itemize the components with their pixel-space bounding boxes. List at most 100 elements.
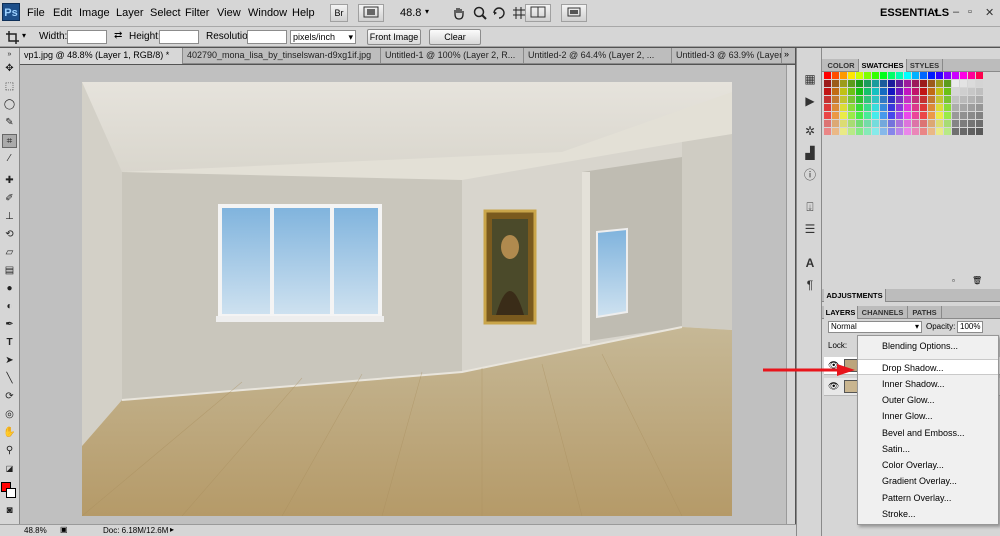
menu-inner-shadow[interactable]: Inner Shadow... bbox=[858, 376, 998, 392]
tab-untitled-3[interactable]: Untitled-3 @ 63.9% (Layer 2, ... bbox=[672, 48, 782, 64]
swatch[interactable] bbox=[880, 72, 887, 79]
screen-mode-button[interactable] bbox=[561, 4, 587, 22]
swatch[interactable] bbox=[872, 88, 879, 95]
swatch[interactable] bbox=[856, 104, 863, 111]
view-extras-button[interactable] bbox=[358, 4, 384, 22]
clone-stamp-tool-icon[interactable]: ⊥ bbox=[2, 210, 17, 224]
blur-tool-icon[interactable]: ● bbox=[2, 282, 17, 296]
layer-visibility-eye-icon[interactable]: 👁 bbox=[828, 381, 839, 392]
swatch[interactable] bbox=[888, 104, 895, 111]
restore-icon[interactable]: ▫ bbox=[968, 6, 972, 18]
swatch[interactable] bbox=[976, 128, 983, 135]
swatch[interactable] bbox=[896, 80, 903, 87]
swatch[interactable] bbox=[952, 96, 959, 103]
swatch[interactable] bbox=[968, 80, 975, 87]
swatch[interactable] bbox=[944, 112, 951, 119]
swatch[interactable] bbox=[840, 80, 847, 87]
history-brush-tool-icon[interactable]: ⟲ bbox=[2, 228, 17, 242]
swatch[interactable] bbox=[920, 112, 927, 119]
crop-tool-button-icon[interactable]: ⌗ bbox=[2, 134, 17, 148]
clone-source-panel-icon[interactable]: ⍗ bbox=[802, 200, 818, 214]
clear-button[interactable]: Clear bbox=[429, 29, 481, 45]
swatch[interactable] bbox=[872, 112, 879, 119]
status-zoom[interactable]: 48.8% bbox=[24, 526, 47, 535]
swatch[interactable] bbox=[952, 88, 959, 95]
swatch[interactable] bbox=[928, 96, 935, 103]
rotate-view-icon[interactable] bbox=[491, 5, 507, 21]
swatch[interactable] bbox=[848, 88, 855, 95]
brush-presets-panel-icon[interactable]: ☰ bbox=[802, 222, 818, 236]
swatch[interactable] bbox=[848, 72, 855, 79]
swatch[interactable] bbox=[968, 96, 975, 103]
tab-untitled-1[interactable]: Untitled-1 @ 100% (Layer 2, R... bbox=[381, 48, 524, 64]
info-panel-icon[interactable]: ⓘ bbox=[802, 168, 818, 182]
swatch[interactable] bbox=[936, 104, 943, 111]
arrange-documents-button[interactable] bbox=[525, 4, 551, 22]
tab-channels[interactable]: CHANNELS bbox=[858, 306, 908, 319]
swatch[interactable] bbox=[872, 96, 879, 103]
swatch[interactable] bbox=[976, 96, 983, 103]
swatch[interactable] bbox=[952, 104, 959, 111]
swatch[interactable] bbox=[952, 128, 959, 135]
swatch[interactable] bbox=[848, 80, 855, 87]
gradient-tool-icon[interactable]: ▤ bbox=[2, 264, 17, 278]
swatch[interactable] bbox=[960, 128, 967, 135]
3d-rotate-tool-icon[interactable]: ⟳ bbox=[2, 390, 17, 404]
swap-dimensions-icon[interactable]: ⇄ bbox=[114, 30, 122, 41]
zoom-dropdown-icon[interactable]: ▾ bbox=[425, 7, 429, 16]
swatch[interactable] bbox=[920, 120, 927, 127]
path-selection-tool-icon[interactable]: ➤ bbox=[2, 354, 17, 368]
swatch[interactable] bbox=[936, 120, 943, 127]
canvas-area[interactable] bbox=[20, 65, 795, 524]
swatch[interactable] bbox=[928, 112, 935, 119]
swatch[interactable] bbox=[912, 120, 919, 127]
swatch[interactable] bbox=[912, 104, 919, 111]
opacity-field[interactable]: 100% bbox=[957, 321, 983, 333]
swatch[interactable] bbox=[968, 104, 975, 111]
menu-gradient-overlay[interactable]: Gradient Overlay... bbox=[858, 473, 998, 489]
menu-drop-shadow[interactable]: Drop Shadow... bbox=[858, 359, 998, 375]
swatch[interactable] bbox=[856, 88, 863, 95]
swatch[interactable] bbox=[936, 128, 943, 135]
swatch[interactable] bbox=[976, 112, 983, 119]
tab-layers[interactable]: LAYERS bbox=[824, 306, 858, 319]
swatch[interactable] bbox=[944, 96, 951, 103]
swatch[interactable] bbox=[960, 104, 967, 111]
swatch[interactable] bbox=[976, 120, 983, 127]
menu-color-overlay[interactable]: Color Overlay... bbox=[858, 457, 998, 473]
zoom-tool-icon[interactable] bbox=[472, 5, 488, 21]
height-field[interactable] bbox=[159, 30, 199, 44]
swatch[interactable] bbox=[968, 128, 975, 135]
swatch[interactable] bbox=[856, 72, 863, 79]
minimize-icon[interactable]: – bbox=[953, 6, 959, 18]
type-tool-icon[interactable]: T bbox=[2, 336, 17, 350]
menu-window[interactable]: Window bbox=[248, 7, 287, 19]
swatch[interactable] bbox=[920, 72, 927, 79]
swatch[interactable] bbox=[824, 128, 831, 135]
swatch[interactable] bbox=[880, 128, 887, 135]
swatch[interactable] bbox=[936, 72, 943, 79]
swatch[interactable] bbox=[960, 80, 967, 87]
swatch[interactable] bbox=[824, 112, 831, 119]
swatch[interactable] bbox=[888, 88, 895, 95]
swatch[interactable] bbox=[888, 72, 895, 79]
swatch[interactable] bbox=[944, 72, 951, 79]
swatch[interactable] bbox=[888, 128, 895, 135]
swatch[interactable] bbox=[864, 88, 871, 95]
swatch[interactable] bbox=[848, 96, 855, 103]
menu-bevel-and-emboss[interactable]: Bevel and Emboss... bbox=[858, 425, 998, 441]
swatch[interactable] bbox=[960, 96, 967, 103]
swatch[interactable] bbox=[928, 88, 935, 95]
swatch[interactable] bbox=[976, 88, 983, 95]
swatch[interactable] bbox=[848, 112, 855, 119]
swatch[interactable] bbox=[832, 96, 839, 103]
menu-help[interactable]: Help bbox=[292, 7, 315, 19]
swatch[interactable] bbox=[880, 104, 887, 111]
tabs-overflow-icon[interactable]: » bbox=[784, 49, 789, 59]
swatch[interactable] bbox=[840, 96, 847, 103]
swatch[interactable] bbox=[968, 112, 975, 119]
swatch[interactable] bbox=[896, 72, 903, 79]
swatch[interactable] bbox=[976, 72, 983, 79]
swatch[interactable] bbox=[968, 88, 975, 95]
swatch[interactable] bbox=[944, 120, 951, 127]
